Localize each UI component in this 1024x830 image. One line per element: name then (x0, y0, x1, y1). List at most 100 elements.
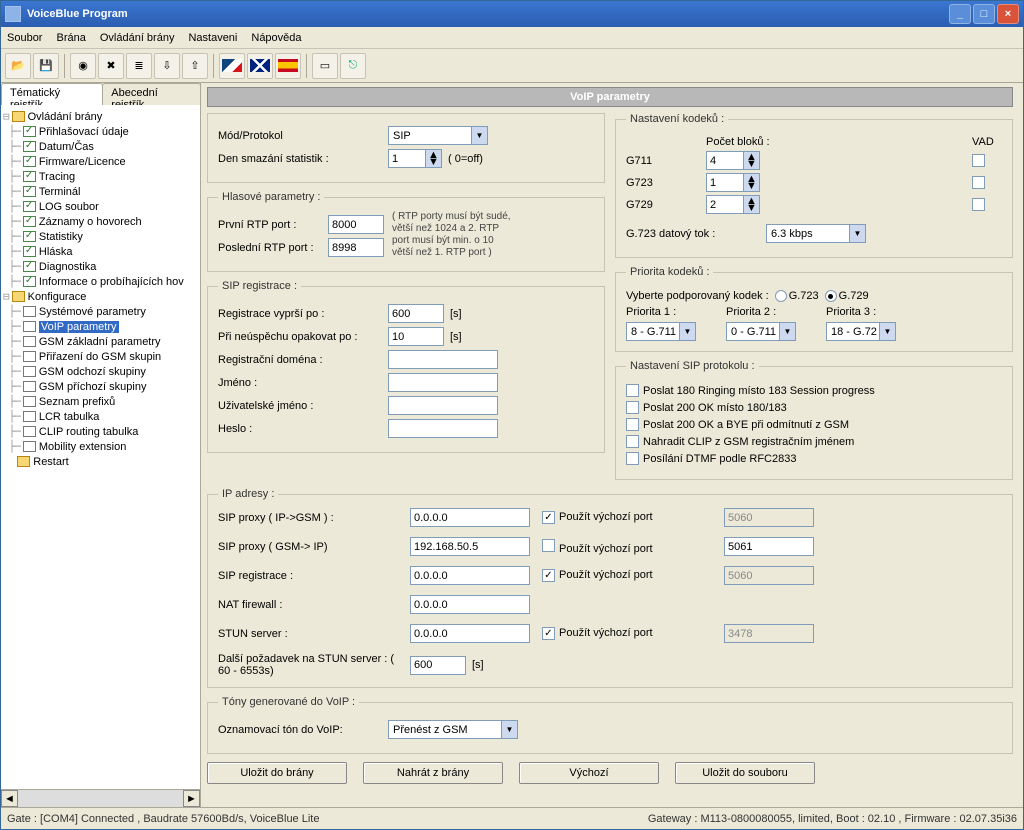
user-input[interactable] (388, 396, 498, 415)
close-button[interactable]: × (997, 4, 1019, 24)
expire-input[interactable] (388, 304, 444, 323)
menu-nastaveni[interactable]: Nastaveni (188, 32, 237, 44)
tree-item[interactable]: ├─Hláska (3, 244, 198, 259)
connect-icon[interactable]: ◉ (70, 53, 96, 79)
tree-item[interactable]: ├─Datum/Čas (3, 139, 198, 154)
tree-item[interactable]: ├─Systémové parametry (3, 304, 198, 319)
proxy2-useport-checkbox[interactable] (542, 539, 555, 552)
proxy1-useport-checkbox[interactable] (542, 511, 555, 524)
menu-napoveda[interactable]: Nápověda (251, 32, 301, 44)
tree-item[interactable]: ├─CLIP routing tabulka (3, 424, 198, 439)
menu-soubor[interactable]: Soubor (7, 32, 42, 44)
opt3-checkbox[interactable] (626, 418, 639, 431)
tree-item[interactable]: ├─Mobility extension (3, 439, 198, 454)
radio-g729[interactable] (825, 290, 837, 302)
tone-select[interactable]: Přenést z GSM▼ (388, 720, 518, 739)
scroll-left-icon[interactable]: ◄ (1, 790, 18, 807)
tab-alpha[interactable]: Abecední rejstřík (102, 83, 201, 105)
tree-item[interactable]: ├─LCR tabulka (3, 409, 198, 424)
tree-item[interactable]: ├─GSM základní parametry (3, 334, 198, 349)
tree-hscroll[interactable]: ◄ ► (1, 789, 200, 807)
opt4-checkbox[interactable] (626, 435, 639, 448)
g729-vad-checkbox[interactable] (972, 198, 985, 211)
flag-es-icon[interactable] (275, 53, 301, 79)
proxy2-port[interactable] (724, 537, 814, 556)
menu-brana[interactable]: Brána (56, 32, 85, 44)
ip-legend: IP adresy : (218, 488, 278, 500)
tree-konfigurace[interactable]: Konfigurace (28, 291, 87, 303)
tree-ovladani[interactable]: Ovládání brány (28, 111, 103, 123)
check-icon (23, 246, 36, 257)
window-icon[interactable]: ▭ (312, 53, 338, 79)
flag-uk-icon[interactable] (247, 53, 273, 79)
exit-icon[interactable]: ⎋ (340, 53, 366, 79)
tree-item[interactable]: ├─GSM odchozí skupiny (3, 364, 198, 379)
pass-label: Heslo : (218, 423, 388, 435)
g729-spinner[interactable]: ▲▼ (706, 195, 760, 214)
prio2-select[interactable]: 0 - G.711▼ (726, 322, 796, 341)
stun-input[interactable] (410, 624, 530, 643)
opt5-checkbox[interactable] (626, 452, 639, 465)
ipreg-input[interactable] (410, 566, 530, 585)
g723-vad-checkbox[interactable] (972, 176, 985, 189)
daystat-spinner[interactable]: ▲▼ (388, 149, 442, 168)
g723-spinner[interactable]: ▲▼ (706, 173, 760, 192)
proxy2-input[interactable] (410, 537, 530, 556)
retry-input[interactable] (388, 327, 444, 346)
scroll-right-icon[interactable]: ► (183, 790, 200, 807)
prio3-select[interactable]: 18 - G.72▼ (826, 322, 896, 341)
nav-tree[interactable]: ⊟Ovládání brány ├─Přihlašovací údaje ├─D… (1, 105, 200, 789)
tree-item[interactable]: ├─Přiřazení do GSM skupin (3, 349, 198, 364)
tree-item[interactable]: ├─Záznamy o hovorech (3, 214, 198, 229)
download-icon[interactable]: ⇩ (154, 53, 180, 79)
tree-item[interactable]: ├─Tracing (3, 169, 198, 184)
upload-icon[interactable]: ⇧ (182, 53, 208, 79)
g711-vad-checkbox[interactable] (972, 154, 985, 167)
list-icon[interactable]: ≣ (126, 53, 152, 79)
opt1-checkbox[interactable] (626, 384, 639, 397)
tree-item[interactable]: ├─VoIP parametry (3, 319, 198, 334)
ipreg-useport-checkbox[interactable] (542, 569, 555, 582)
save-to-gateway-button[interactable]: Uložit do brány (207, 762, 347, 784)
nat-input[interactable] (410, 595, 530, 614)
g729-label: G729 (626, 199, 706, 211)
mode-select[interactable]: SIP▼ (388, 126, 488, 145)
tree-item[interactable]: ├─LOG soubor (3, 199, 198, 214)
g711-spinner[interactable]: ▲▼ (706, 151, 760, 170)
stun-useport-checkbox[interactable] (542, 627, 555, 640)
domain-input[interactable] (388, 350, 498, 369)
save-to-file-button[interactable]: Uložit do souboru (675, 762, 815, 784)
maximize-button[interactable]: □ (973, 4, 995, 24)
bitrate-select[interactable]: 6.3 kbps▼ (766, 224, 866, 243)
tree-item[interactable]: ├─Statistiky (3, 229, 198, 244)
tree-item[interactable]: ├─Diagnostika (3, 259, 198, 274)
page-icon (23, 381, 36, 392)
tree-item[interactable]: ├─Informace o probíhajících hov (3, 274, 198, 289)
minimize-button[interactable]: _ (949, 4, 971, 24)
disconnect-icon[interactable]: ✖ (98, 53, 124, 79)
flag-cz-icon[interactable] (219, 53, 245, 79)
stunnext-input[interactable] (410, 656, 466, 675)
tree-item[interactable]: ├─Seznam prefixů (3, 394, 198, 409)
defaults-button[interactable]: Výchozí (519, 762, 659, 784)
firstrtp-input[interactable] (328, 215, 384, 234)
opt2-checkbox[interactable] (626, 401, 639, 414)
proxy1-port (724, 508, 814, 527)
pass-input[interactable] (388, 419, 498, 438)
tree-item[interactable]: ├─Terminál (3, 184, 198, 199)
radio-g723[interactable] (775, 290, 787, 302)
name-input[interactable] (388, 373, 498, 392)
prio1-select[interactable]: 8 - G.711▼ (626, 322, 696, 341)
save-icon[interactable]: 💾 (33, 53, 59, 79)
proxy1-input[interactable] (410, 508, 530, 527)
lastrtp-input[interactable] (328, 238, 384, 257)
menu-ovladani[interactable]: Ovládání brány (100, 32, 175, 44)
tree-restart[interactable]: Restart (33, 456, 68, 468)
tree-item[interactable]: ├─Firmware/Licence (3, 154, 198, 169)
tree-item[interactable]: ├─Přihlašovací údaje (3, 124, 198, 139)
load-from-gateway-button[interactable]: Nahrát z brány (363, 762, 503, 784)
tab-thematic[interactable]: Tématický rejstřík (1, 83, 103, 105)
open-icon[interactable]: 📂 (5, 53, 31, 79)
tree-item[interactable]: ├─GSM příchozí skupiny (3, 379, 198, 394)
tone-label: Oznamovací tón do VoIP: (218, 724, 388, 736)
